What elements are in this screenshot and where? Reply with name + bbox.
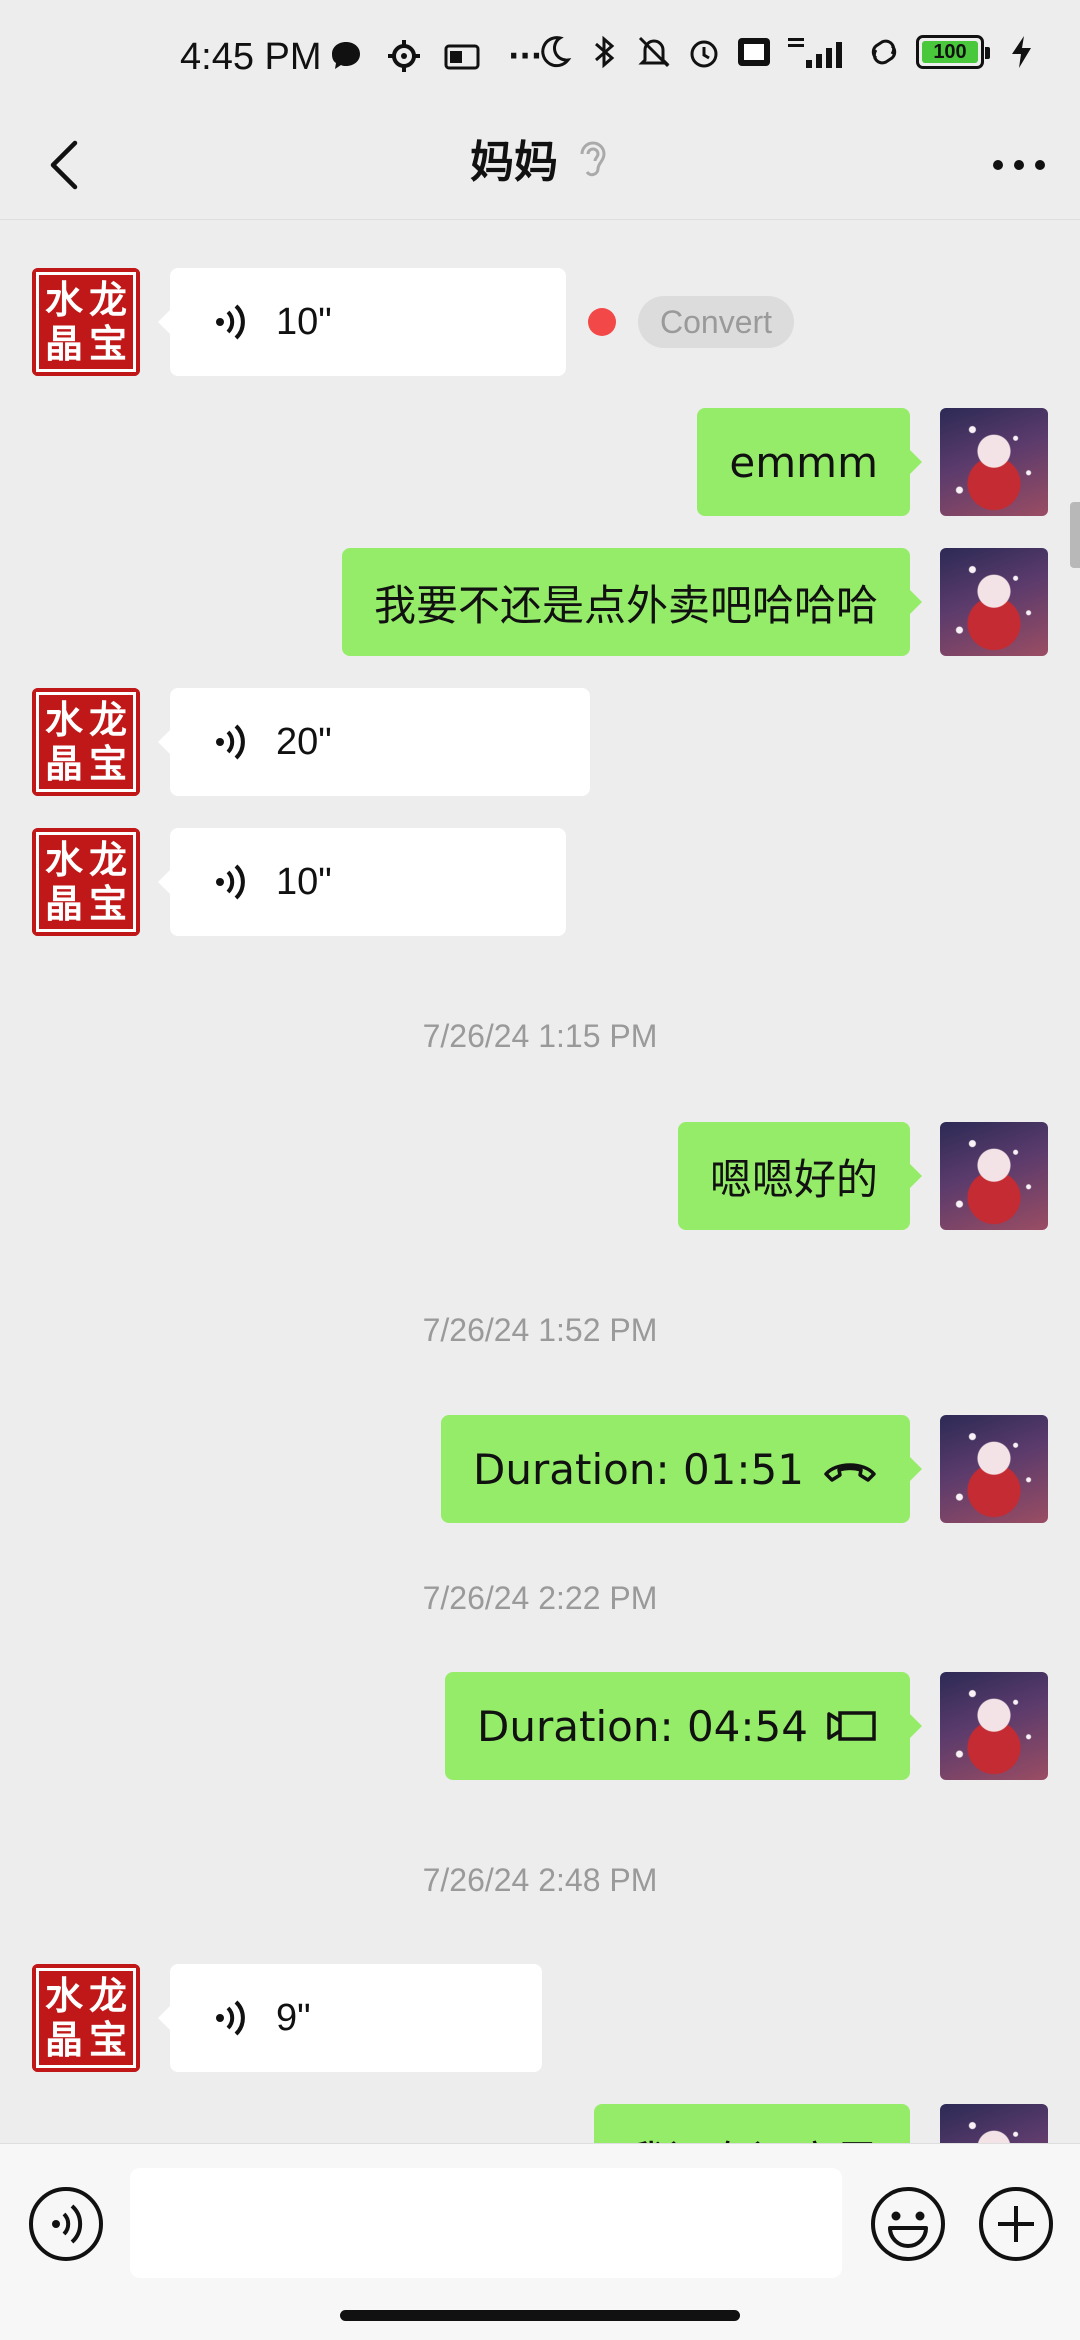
anime-avatar-image: [940, 548, 1048, 656]
status-time: 4:45 PM: [180, 36, 322, 78]
timestamp: 7/26/24 2:48 PM: [422, 1862, 658, 1898]
my-avatar[interactable]: [940, 1672, 1048, 1780]
status-notification-icons: ···: [328, 38, 542, 74]
voice-message-bubble[interactable]: 20": [158, 688, 590, 796]
anime-avatar-image: [940, 408, 1048, 516]
message-list: 水龙 晶宝 10" Convert emmm 我要不还是点外卖吧哈哈哈 水 龙 …: [0, 220, 1080, 2143]
hotspot-link-icon: [871, 39, 897, 65]
video-camera-icon: [826, 1709, 878, 1743]
charging-bolt-icon: [1012, 36, 1031, 68]
unread-dot: [588, 308, 616, 336]
moon-icon: [541, 36, 572, 68]
gear-icon: [388, 40, 420, 72]
anime-avatar-image: [940, 1672, 1048, 1780]
more-actions-button[interactable]: [976, 2184, 1056, 2264]
message-text: 我还在还房里: [626, 2128, 878, 2144]
contact-avatar[interactable]: 水龙 晶宝: [32, 1964, 140, 2072]
home-indicator[interactable]: [340, 2310, 740, 2321]
message-text: 嗯嗯好的: [709, 1154, 878, 1204]
anime-avatar-image: [940, 2104, 1048, 2143]
anime-avatar-image: [940, 1122, 1048, 1230]
chat-notification-icon: [332, 42, 360, 69]
battery-indicator: 100: [916, 35, 990, 69]
video-call-record-bubble[interactable]: Duration: 04:54: [445, 1672, 922, 1780]
emoji-icon: [871, 2187, 945, 2261]
header-title-group: 妈妈: [0, 126, 1080, 190]
voice-duration: 10": [276, 860, 332, 903]
seal-avatar-image: 水龙 晶宝: [32, 1964, 140, 2072]
my-avatar[interactable]: [940, 1415, 1048, 1523]
plus-icon: [979, 2187, 1053, 2261]
message-text: emmm: [729, 437, 878, 487]
chat-more-button[interactable]: [986, 132, 1052, 198]
voice-wave-icon: [214, 862, 254, 902]
contact-avatar[interactable]: 水龙 晶宝: [32, 688, 140, 796]
message-text: 我要不还是点外卖吧哈哈哈: [373, 580, 878, 630]
signal-5g-icon: [788, 38, 842, 68]
call-duration-text: Duration: 01:51: [473, 1444, 804, 1494]
voice-duration: 10": [276, 300, 332, 343]
my-avatar[interactable]: [940, 408, 1048, 516]
chat-header: 妈妈: [0, 110, 1080, 220]
voice-message-bubble[interactable]: 10": [158, 828, 566, 936]
text-message-bubble[interactable]: 我还在还房里: [593, 2104, 910, 2144]
my-avatar[interactable]: [940, 1122, 1048, 1230]
mail-app-icon: [444, 44, 480, 70]
voice-call-record-bubble[interactable]: Duration: 01:51: [441, 1415, 922, 1523]
my-avatar[interactable]: [940, 548, 1048, 656]
voice-input-button[interactable]: [26, 2184, 106, 2264]
voice-wave-icon: [214, 722, 254, 762]
alarm-icon: [690, 40, 718, 68]
timestamp: 7/26/24 1:52 PM: [422, 1312, 658, 1348]
voice-input-icon: [29, 2187, 103, 2261]
voice-duration: 20": [276, 720, 332, 763]
timestamp: 7/26/24 2:22 PM: [422, 1580, 658, 1616]
timestamp: 7/26/24 1:15 PM: [422, 1018, 658, 1054]
text-message-bubble[interactable]: 我要不还是点外卖吧哈哈哈: [341, 548, 923, 656]
contact-avatar[interactable]: 水龙 晶宝: [32, 268, 140, 376]
chat-title: 妈妈: [470, 137, 558, 188]
volte-icon: [738, 38, 770, 66]
status-bar: 4:45 PM ··· 100: [0, 0, 1080, 110]
seal-avatar-image: 水龙 晶宝: [32, 828, 140, 936]
message-input[interactable]: [130, 2168, 842, 2278]
more-horizontal-icon: [993, 160, 1045, 170]
voice-wave-icon: [214, 302, 254, 342]
contact-avatar[interactable]: 水龙 晶宝: [32, 828, 140, 936]
voice-message-bubble[interactable]: 10": [158, 268, 566, 376]
bell-off-icon: [638, 36, 670, 68]
voice-message-bubble[interactable]: 9": [158, 1964, 542, 2072]
anime-avatar-image: [940, 1415, 1048, 1523]
ear-icon: [580, 141, 606, 177]
call-duration-text: Duration: 04:54: [477, 1701, 808, 1751]
voice-wave-icon: [214, 1998, 254, 2038]
battery-level: 100: [933, 40, 967, 63]
seal-avatar-image: 水龙 晶宝: [32, 688, 140, 796]
status-system-icons: 100: [536, 34, 1040, 70]
emoji-button[interactable]: [868, 2184, 948, 2264]
phone-hangup-icon: [822, 1454, 878, 1484]
text-message-bubble[interactable]: emmm: [697, 408, 922, 516]
chat-screen: 4:45 PM ··· 100 妈妈 水 龙 晶 宝 10" Convert e…: [0, 0, 1080, 2340]
bluetooth-icon: [595, 35, 615, 69]
convert-button[interactable]: Convert: [638, 296, 795, 348]
seal-avatar-image: 水龙 晶宝: [32, 268, 140, 376]
voice-duration: 9": [276, 1996, 311, 2039]
my-avatar[interactable]: [940, 2104, 1048, 2143]
text-message-bubble[interactable]: 嗯嗯好的: [677, 1122, 923, 1230]
